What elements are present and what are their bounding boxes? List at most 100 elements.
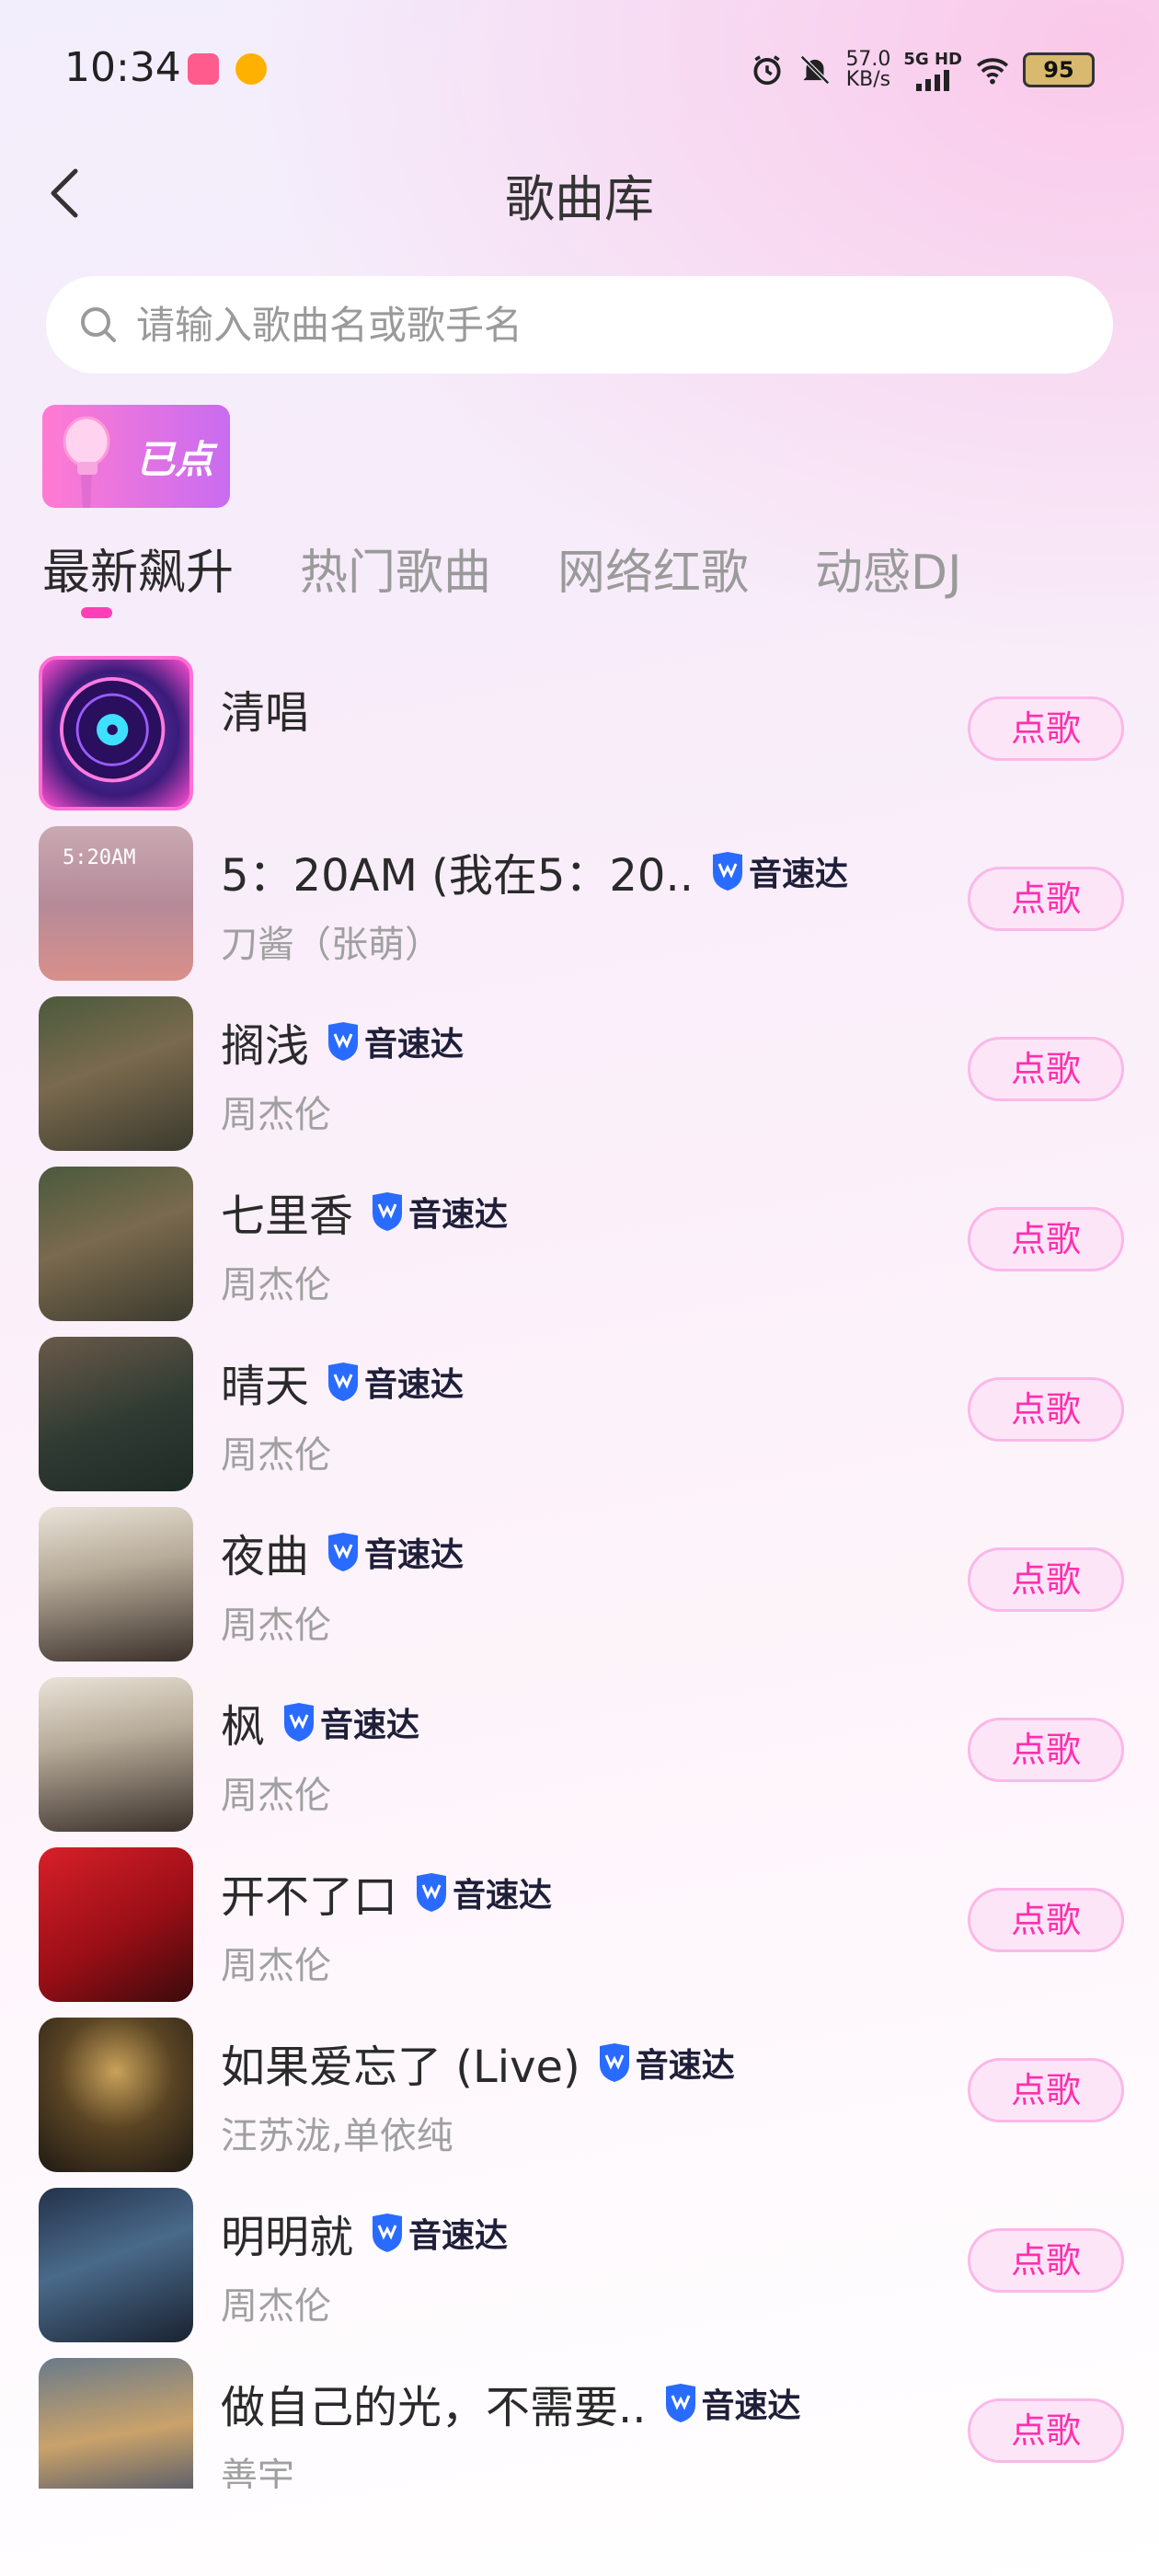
song-title: 开不了口 [221, 1871, 398, 1923]
song-artist: 汪苏泷,单依纯 [221, 2115, 453, 2157]
song-artist: 周杰伦 [221, 2285, 331, 2328]
song-artist: 周杰伦 [221, 1434, 331, 1477]
wifi-icon [976, 58, 1009, 85]
yinsuda-badge: 音速达 [281, 1698, 419, 1746]
yinsuda-badge: 音速达 [414, 1869, 552, 1916]
notification-app-icon-2 [235, 53, 267, 85]
badge-label: 音速达 [701, 2387, 801, 2425]
list-item[interactable]: 晴天 音速达 周杰伦 点歌 [0, 1329, 1159, 1500]
order-song-button[interactable]: 点歌 [968, 1547, 1124, 1612]
list-item[interactable]: 枫 音速达 周杰伦 点歌 [0, 1670, 1159, 1840]
order-song-button[interactable]: 点歌 [968, 2228, 1124, 2293]
order-song-button[interactable]: 点歌 [968, 867, 1124, 931]
yinsuda-badge: 音速达 [370, 1188, 508, 1236]
page-title: 歌曲库 [505, 170, 654, 228]
song-title-line: 做自己的光，不需要.. 音速达 [221, 2371, 801, 2435]
order-song-button[interactable]: 点歌 [968, 1377, 1124, 1442]
shield-logo-icon [417, 1873, 447, 1912]
song-cover [39, 1337, 193, 1491]
song-cover [39, 996, 193, 1151]
net-speed-value: 57.0 [845, 48, 891, 71]
network-speed: 57.0 KB/s [845, 50, 890, 90]
list-item[interactable]: 开不了口 音速达 周杰伦 点歌 [0, 1840, 1159, 2010]
list-item[interactable]: 明明就 音速达 周杰伦 点歌 [0, 2180, 1159, 2351]
list-item[interactable]: 七里香 音速达 周杰伦 点歌 [0, 1159, 1159, 1329]
song-artist: 周杰伦 [221, 1094, 331, 1136]
shield-logo-icon [328, 1533, 359, 1571]
search-bar[interactable] [46, 276, 1113, 374]
order-song-button[interactable]: 点歌 [968, 696, 1124, 761]
ordered-songs-button[interactable]: 已点 [42, 405, 230, 508]
badge-label: 音速达 [364, 1536, 465, 1574]
song-title: 搁浅 [221, 1020, 310, 1072]
song-title: 七里香 [221, 1190, 354, 1242]
badge-label: 音速达 [635, 2047, 735, 2085]
song-title: 枫 [221, 1701, 266, 1753]
song-artist: 周杰伦 [221, 1264, 331, 1306]
badge-label: 音速达 [749, 856, 849, 893]
song-title: 明明就 [221, 2212, 354, 2263]
list-item[interactable]: 做自己的光，不需要.. 音速达 善宇 点歌 [0, 2351, 1159, 2489]
song-cover [39, 656, 193, 811]
alarm-icon [753, 55, 782, 86]
yinsuda-badge: 音速达 [326, 1358, 464, 1406]
mute-bell-icon [800, 55, 831, 85]
network-type: 5G HD [903, 49, 962, 69]
order-song-button[interactable]: 点歌 [968, 1207, 1124, 1271]
song-title-line: 晴天 音速达 [221, 1350, 464, 1414]
badge-label: 音速达 [408, 2217, 509, 2255]
list-item[interactable]: 5:20AM 5：20AM (我在5：20.. 音速达 刀酱（张萌） 点歌 [0, 819, 1159, 989]
ordered-label: 已点 [135, 437, 213, 482]
yinsuda-badge: 音速达 [326, 1528, 464, 1576]
active-tab-indicator [81, 607, 112, 618]
song-cover [39, 1507, 193, 1662]
list-item[interactable]: 搁浅 音速达 周杰伦 点歌 [0, 989, 1159, 1159]
badge-label: 音速达 [364, 1026, 465, 1064]
song-cover [39, 2018, 193, 2172]
song-title: 如果爱忘了 (Live) [221, 2041, 580, 2093]
tab-hot-songs[interactable]: 热门歌曲 [300, 534, 491, 626]
song-artist: 周杰伦 [221, 1775, 331, 1817]
shield-logo-icon [373, 1192, 403, 1231]
shield-logo-icon [713, 852, 742, 891]
search-icon [81, 307, 116, 342]
yinsuda-badge: 音速达 [326, 1018, 464, 1065]
order-song-button[interactable]: 点歌 [968, 1037, 1124, 1101]
song-artist: 周杰伦 [221, 1604, 331, 1647]
shield-logo-icon [373, 2214, 403, 2252]
yinsuda-badge: 音速达 [710, 847, 848, 895]
search-input[interactable] [136, 302, 1056, 348]
badge-label: 音速达 [364, 1366, 465, 1404]
song-cover: 5:20AM [39, 826, 193, 981]
song-artist: 周杰伦 [221, 1945, 331, 1987]
tab-internet-hits[interactable]: 网络红歌 [557, 534, 749, 626]
song-title-line: 明明就 音速达 [221, 2201, 508, 2265]
song-title-line: 七里香 音速达 [221, 1179, 508, 1244]
status-indicators: 57.0 KB/s 5G HD 95 [750, 42, 1095, 98]
net-speed-unit: KB/s [845, 68, 891, 91]
status-bar: 10:34 57.0 KB/s 5G HD 95 [0, 0, 1159, 138]
song-title-line: 枫 音速达 [221, 1690, 419, 1754]
order-song-button[interactable]: 点歌 [968, 2398, 1124, 2463]
song-cover [39, 1847, 193, 2002]
badge-label: 音速达 [320, 1707, 420, 1744]
tab-latest-rising[interactable]: 最新飙升 [42, 534, 234, 626]
tab-dynamic-dj[interactable]: 动感DJ [815, 534, 961, 626]
list-item[interactable]: 如果爱忘了 (Live) 音速达 汪苏泷,单依纯 点歌 [0, 2010, 1159, 2180]
badge-label: 音速达 [453, 1877, 553, 1915]
order-song-button[interactable]: 点歌 [968, 1718, 1124, 1782]
song-title-line: 如果爱忘了 (Live) 音速达 [221, 2030, 735, 2095]
order-song-button[interactable]: 点歌 [968, 1888, 1124, 1952]
song-title: 夜曲 [221, 1531, 310, 1582]
song-title: 晴天 [221, 1361, 310, 1412]
list-item[interactable]: 清唱 点歌 [0, 649, 1159, 819]
battery-indicator: 95 [1023, 52, 1095, 87]
song-list: 清唱 点歌 5:20AM 5：20AM (我在5：20.. 音速达 刀酱（张萌）… [0, 649, 1159, 2489]
yinsuda-badge: 音速达 [663, 2379, 801, 2427]
order-song-button[interactable]: 点歌 [968, 2058, 1124, 2122]
song-cover [39, 1167, 193, 1321]
list-item[interactable]: 夜曲 音速达 周杰伦 点歌 [0, 1500, 1159, 1670]
song-title-line: 5：20AM (我在5：20.. 音速达 [221, 839, 848, 903]
shield-logo-icon [665, 2384, 695, 2422]
notification-app-icon [188, 53, 219, 85]
